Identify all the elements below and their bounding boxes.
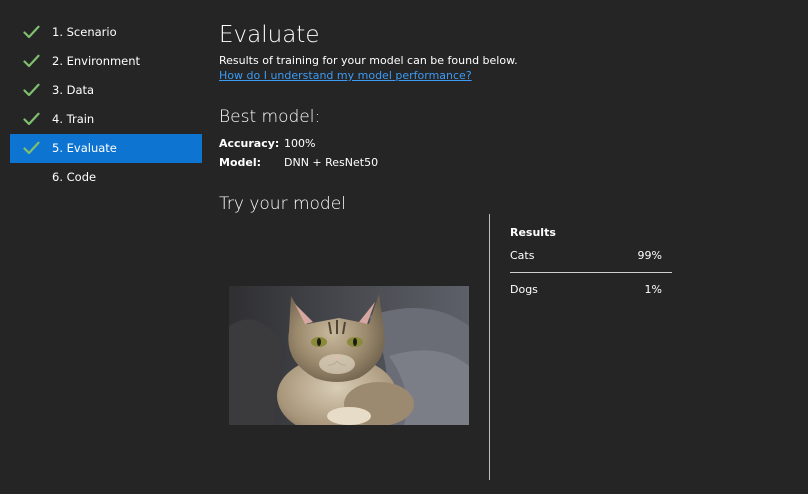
result-value-cats: 99% — [637, 249, 662, 262]
step-label: 3. Data — [52, 83, 95, 97]
model-value: DNN + ResNet50 — [284, 156, 379, 169]
checkmark-icon — [23, 54, 40, 68]
result-label-cats: Cats — [510, 249, 535, 262]
step-code[interactable]: 6. Code — [10, 163, 202, 192]
model-label: Model: — [219, 156, 262, 169]
results-heading: Results — [510, 226, 556, 239]
step-label: 1. Scenario — [52, 25, 117, 39]
checkmark-icon — [23, 25, 40, 39]
accuracy-label: Accuracy: — [219, 137, 280, 150]
step-evaluate[interactable]: 5. Evaluate — [10, 134, 202, 163]
step-label: 2. Environment — [52, 54, 141, 68]
step-environment[interactable]: 2. Environment — [10, 47, 202, 76]
cat-photo — [229, 286, 469, 425]
model-performance-help-link[interactable]: How do I understand my model performance… — [219, 69, 472, 83]
results-separator — [510, 272, 672, 273]
accuracy-value: 100% — [284, 137, 316, 150]
checkmark-icon — [23, 83, 40, 97]
best-model-heading: Best model: — [219, 107, 321, 127]
result-label-dogs: Dogs — [510, 283, 538, 296]
try-model-heading: Try your model — [219, 194, 346, 214]
test-image-cat — [229, 286, 469, 425]
result-value-dogs: 1% — [644, 283, 662, 296]
wizard-steps: 1. Scenario 2. Environment 3. Data 4. Tr… — [10, 18, 202, 192]
page-title: Evaluate — [219, 22, 320, 48]
step-scenario[interactable]: 1. Scenario — [10, 18, 202, 47]
step-label: 4. Train — [52, 112, 95, 126]
step-label: 5. Evaluate — [52, 141, 117, 155]
checkmark-icon — [23, 141, 40, 155]
step-train[interactable]: 4. Train — [10, 105, 202, 134]
checkmark-icon — [23, 112, 40, 126]
step-label: 6. Code — [52, 170, 97, 184]
results-divider — [489, 214, 490, 480]
page-subtitle: Results of training for your model can b… — [219, 54, 518, 67]
step-data[interactable]: 3. Data — [10, 76, 202, 105]
